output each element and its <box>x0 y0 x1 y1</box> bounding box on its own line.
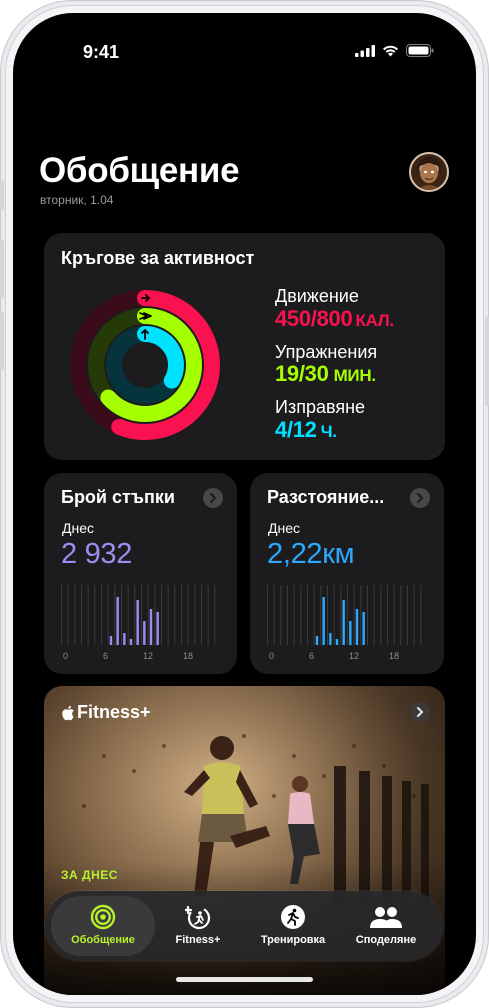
distance-card[interactable]: Разстояние... Днес 2,22км 0 6 12 18 <box>250 473 444 674</box>
activity-rings-card[interactable]: Кръгове за активност Движение 450/800 КАЛ… <box>44 233 445 460</box>
fitness-plus-logo: Fitness+ <box>61 702 151 723</box>
activity-rings-icon <box>90 904 116 930</box>
chart-axis-label: 18 <box>389 651 399 661</box>
distance-hourly-chart: 0 6 12 18 <box>267 585 422 661</box>
page-title: Обобщение <box>39 151 240 190</box>
chart-bar <box>349 621 352 645</box>
screen: 9:41 Обобщение вторник, 1.04 Кръгове за … <box>13 13 476 995</box>
tab-summary-label: Обобщение <box>71 934 135 946</box>
fitness-plus-chevron-icon[interactable] <box>410 702 430 722</box>
chart-bar <box>149 609 153 645</box>
move-label: Движение <box>275 286 359 306</box>
chart-bar <box>329 633 332 645</box>
cellular-signal-icon <box>355 44 375 57</box>
chart-bar <box>322 597 325 645</box>
people-icon <box>370 907 402 928</box>
step-count-card[interactable]: Брой стъпки Днес 2 932 0 6 12 18 <box>44 473 237 674</box>
steps-value: 2 932 <box>61 538 133 570</box>
tab-fitness-plus-label: Fitness+ <box>175 934 221 946</box>
move-value-number: 450/800 <box>275 306 353 331</box>
fitness-plus-icon <box>185 905 211 930</box>
chart-axis-label: 0 <box>269 651 274 661</box>
chart-axis-label: 0 <box>63 651 68 661</box>
volume-up-button <box>0 240 4 298</box>
step-count-title: Брой стъпки <box>61 487 175 507</box>
distance-value: 2,22км <box>267 538 355 570</box>
chart-axis-label: 12 <box>143 651 153 661</box>
step-count-chevron-icon[interactable] <box>203 488 223 508</box>
activity-rings-chart <box>70 290 220 440</box>
wifi-icon <box>383 45 398 56</box>
side-button <box>485 316 489 406</box>
chart-bar <box>136 600 139 645</box>
tab-sharing[interactable]: Споделяне <box>334 896 438 956</box>
stand-value-unit: Ч. <box>320 422 337 441</box>
chart-bar <box>362 612 365 645</box>
stand-label: Изправяне <box>275 397 366 417</box>
distance-today-label: Днес <box>268 520 300 536</box>
activity-card-title: Кръгове за активност <box>61 248 255 268</box>
chart-bar <box>123 633 126 645</box>
steps-today-label: Днес <box>62 520 94 536</box>
chart-bar <box>116 597 119 645</box>
chart-bar <box>129 639 133 645</box>
chart-axis-label: 6 <box>103 651 108 661</box>
move-value-unit: КАЛ. <box>355 311 394 330</box>
exercise-value-unit: МИН. <box>333 366 376 385</box>
tab-bar: Обобщение Fitness+ Тренировка Споделяне <box>45 891 443 961</box>
chart-axis-label: 18 <box>183 651 193 661</box>
chart-bar <box>335 639 339 645</box>
page-date: вторник, 1.04 <box>40 193 114 207</box>
stand-value: 4/12 Ч. <box>275 417 337 443</box>
tab-summary[interactable]: Обобщение <box>51 896 155 956</box>
status-time: 9:41 <box>83 42 120 62</box>
steps-hourly-chart: 0 6 12 18 <box>61 585 216 661</box>
memoji-icon <box>417 157 441 190</box>
exercise-label: Упражнения <box>275 342 378 362</box>
chart-bar <box>315 636 319 645</box>
running-figure-icon <box>281 905 305 929</box>
stand-value-number: 4/12 <box>275 417 317 442</box>
fitness-plus-eyebrow: ЗА ДНЕС <box>61 868 118 882</box>
move-value: 450/800 КАЛ. <box>275 306 394 332</box>
profile-avatar[interactable] <box>409 152 449 192</box>
chart-bar <box>355 609 359 645</box>
chart-bar <box>156 612 159 645</box>
status-icons <box>355 44 434 57</box>
volume-down-button <box>0 312 4 370</box>
chart-bar <box>109 636 113 645</box>
chart-axis-label: 6 <box>309 651 314 661</box>
action-button <box>0 180 4 210</box>
chart-axis-label: 12 <box>349 651 359 661</box>
distance-chevron-icon[interactable] <box>410 488 430 508</box>
apple-logo-icon <box>62 705 74 720</box>
distance-title: Разстояние... <box>267 487 385 507</box>
fitness-plus-brand: Fitness+ <box>77 702 151 722</box>
exercise-value: 19/30 МИН. <box>275 361 376 387</box>
tab-workout-label: Тренировка <box>260 934 326 946</box>
tab-fitness-plus[interactable]: Fitness+ <box>146 896 250 956</box>
home-indicator <box>176 977 313 982</box>
tab-workout[interactable]: Тренировка <box>241 896 345 956</box>
chart-bar <box>143 621 146 645</box>
exercise-value-number: 19/30 <box>275 361 329 386</box>
battery-icon <box>406 44 434 57</box>
tab-sharing-label: Споделяне <box>355 934 417 946</box>
chart-bar <box>342 600 345 645</box>
